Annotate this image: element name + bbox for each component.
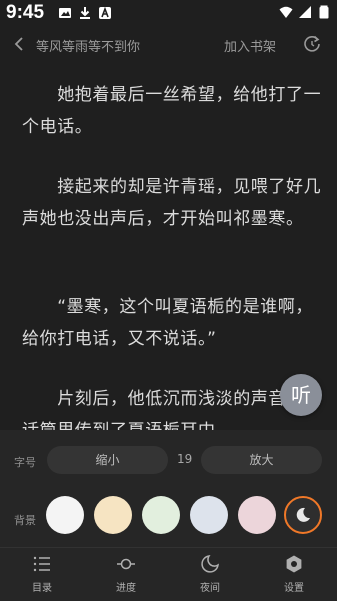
- battery-icon: [319, 5, 329, 19]
- background-swatch-blue[interactable]: [190, 496, 228, 534]
- app-a-icon: [99, 6, 111, 19]
- tab-progress-label: 进度: [116, 583, 136, 594]
- back-arrow-icon[interactable]: [12, 35, 26, 53]
- status-icons-left: [58, 6, 112, 20]
- reader-paragraph: “墨寒，这个叫夏语栀的是谁啊，给你打电话，又不说话。”: [22, 297, 314, 349]
- listen-button[interactable]: 听: [280, 374, 322, 416]
- list-icon: [33, 556, 50, 572]
- increase-font-button[interactable]: 放大: [201, 446, 322, 474]
- background-swatch-white[interactable]: [46, 496, 84, 534]
- status-time: 9:45: [6, 2, 45, 23]
- status-bar: 9:45: [0, 0, 337, 26]
- wifi-icon: [279, 6, 293, 18]
- progress-icon: [117, 558, 135, 570]
- reader-paragraph: 接起来的却是许青瑶，见喂了好几声她也没出声后，才开始叫祁墨寒。: [22, 177, 322, 229]
- night-icon: [201, 555, 219, 573]
- tab-settings-label: 设置: [284, 583, 304, 594]
- background-label: 背景: [14, 514, 36, 527]
- tab-catalog-label: 目录: [32, 583, 52, 594]
- top-nav: 等风等雨等不到你 加入书架: [0, 26, 337, 65]
- tab-night-label: 夜间: [200, 583, 220, 594]
- reader-paragraph: 片刻后，他低沉而浅淡的声音透过话筒里传到了夏语栀耳中。: [22, 389, 321, 430]
- book-title: 等风等雨等不到你: [36, 40, 141, 55]
- moon-icon: [296, 507, 310, 522]
- background-swatch-pink[interactable]: [238, 496, 276, 534]
- decrease-font-button[interactable]: 缩小: [47, 446, 168, 474]
- signal-icon: [299, 6, 311, 18]
- background-swatch-beige[interactable]: [94, 496, 132, 534]
- bottom-tab-bar: 目录 进度 夜间 设置: [0, 547, 337, 601]
- reader-content[interactable]: 她抱着最后一丝希望，给他打了一个电话。 接起来的却是许青瑶，见喂了好几声她也没出…: [0, 64, 337, 430]
- reader-paragraph: 她抱着最后一丝希望，给他打了一个电话。: [22, 85, 322, 137]
- refresh-icon[interactable]: [302, 34, 322, 54]
- background-swatch-green[interactable]: [142, 496, 180, 534]
- tab-catalog[interactable]: 目录: [12, 554, 72, 594]
- background-swatch-night-selected[interactable]: [284, 496, 322, 534]
- status-icons-right: [279, 5, 331, 19]
- download-icon: [80, 7, 90, 19]
- font-size-label: 字号: [14, 456, 36, 469]
- image-icon: [59, 8, 71, 18]
- font-size-value: 19: [177, 452, 193, 466]
- tab-settings[interactable]: 设置: [264, 554, 324, 594]
- add-to-shelf-button[interactable]: 加入书架: [224, 36, 276, 55]
- settings-icon: [286, 555, 302, 573]
- tab-progress[interactable]: 进度: [96, 554, 156, 594]
- tab-night[interactable]: 夜间: [180, 554, 240, 594]
